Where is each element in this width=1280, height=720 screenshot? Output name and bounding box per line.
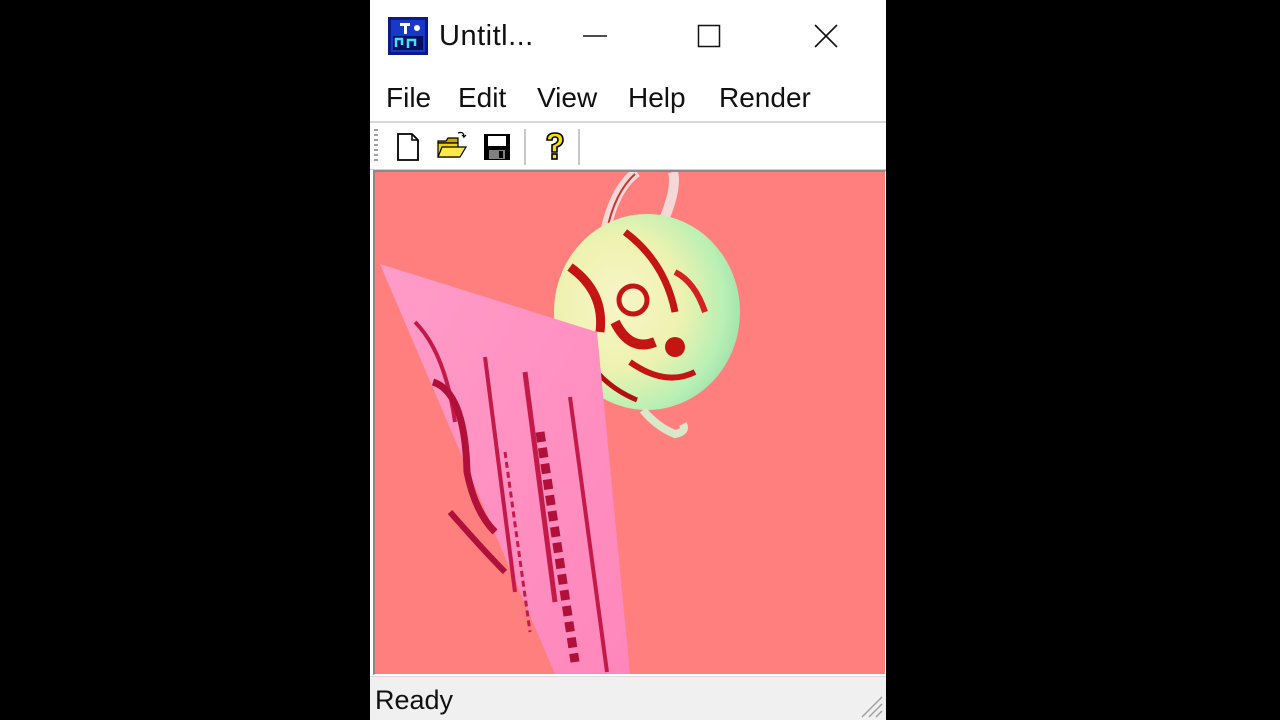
render-viewport[interactable] bbox=[373, 170, 886, 675]
minimize-button[interactable] bbox=[566, 12, 626, 60]
minimize-icon bbox=[583, 35, 607, 37]
window-title: Untitl... bbox=[439, 20, 534, 52]
title-bar[interactable]: Untitl... bbox=[370, 0, 886, 74]
menu-file[interactable]: File bbox=[386, 82, 431, 114]
app-icon bbox=[388, 17, 428, 55]
save-button[interactable] bbox=[478, 127, 514, 165]
close-button[interactable] bbox=[796, 12, 856, 60]
maximize-icon bbox=[697, 24, 721, 48]
menu-render[interactable]: Render bbox=[719, 82, 811, 114]
menu-bar: File Edit View Help Render bbox=[370, 74, 886, 122]
rendered-scene bbox=[375, 172, 885, 674]
menu-view[interactable]: View bbox=[537, 82, 597, 114]
help-question-icon bbox=[546, 132, 564, 160]
toolbar bbox=[370, 123, 886, 170]
new-file-icon bbox=[397, 133, 419, 161]
open-folder-icon bbox=[437, 131, 468, 158]
app-window: Untitl... File Edit View Help Render Rea… bbox=[370, 0, 886, 720]
help-button[interactable] bbox=[536, 127, 572, 165]
menu-help[interactable]: Help bbox=[628, 82, 686, 114]
open-button[interactable] bbox=[434, 127, 470, 165]
menu-edit[interactable]: Edit bbox=[458, 82, 506, 114]
maximize-button[interactable] bbox=[680, 12, 740, 60]
resize-grip-icon[interactable] bbox=[858, 693, 884, 719]
close-icon bbox=[814, 24, 838, 48]
toolbar-separator bbox=[524, 129, 527, 165]
save-disk-icon bbox=[484, 134, 510, 160]
status-text: Ready bbox=[375, 685, 454, 715]
status-bar: Ready bbox=[370, 676, 886, 720]
new-file-button[interactable] bbox=[390, 127, 426, 165]
toolbar-grip[interactable] bbox=[374, 129, 378, 163]
toolbar-separator-end bbox=[578, 129, 581, 165]
